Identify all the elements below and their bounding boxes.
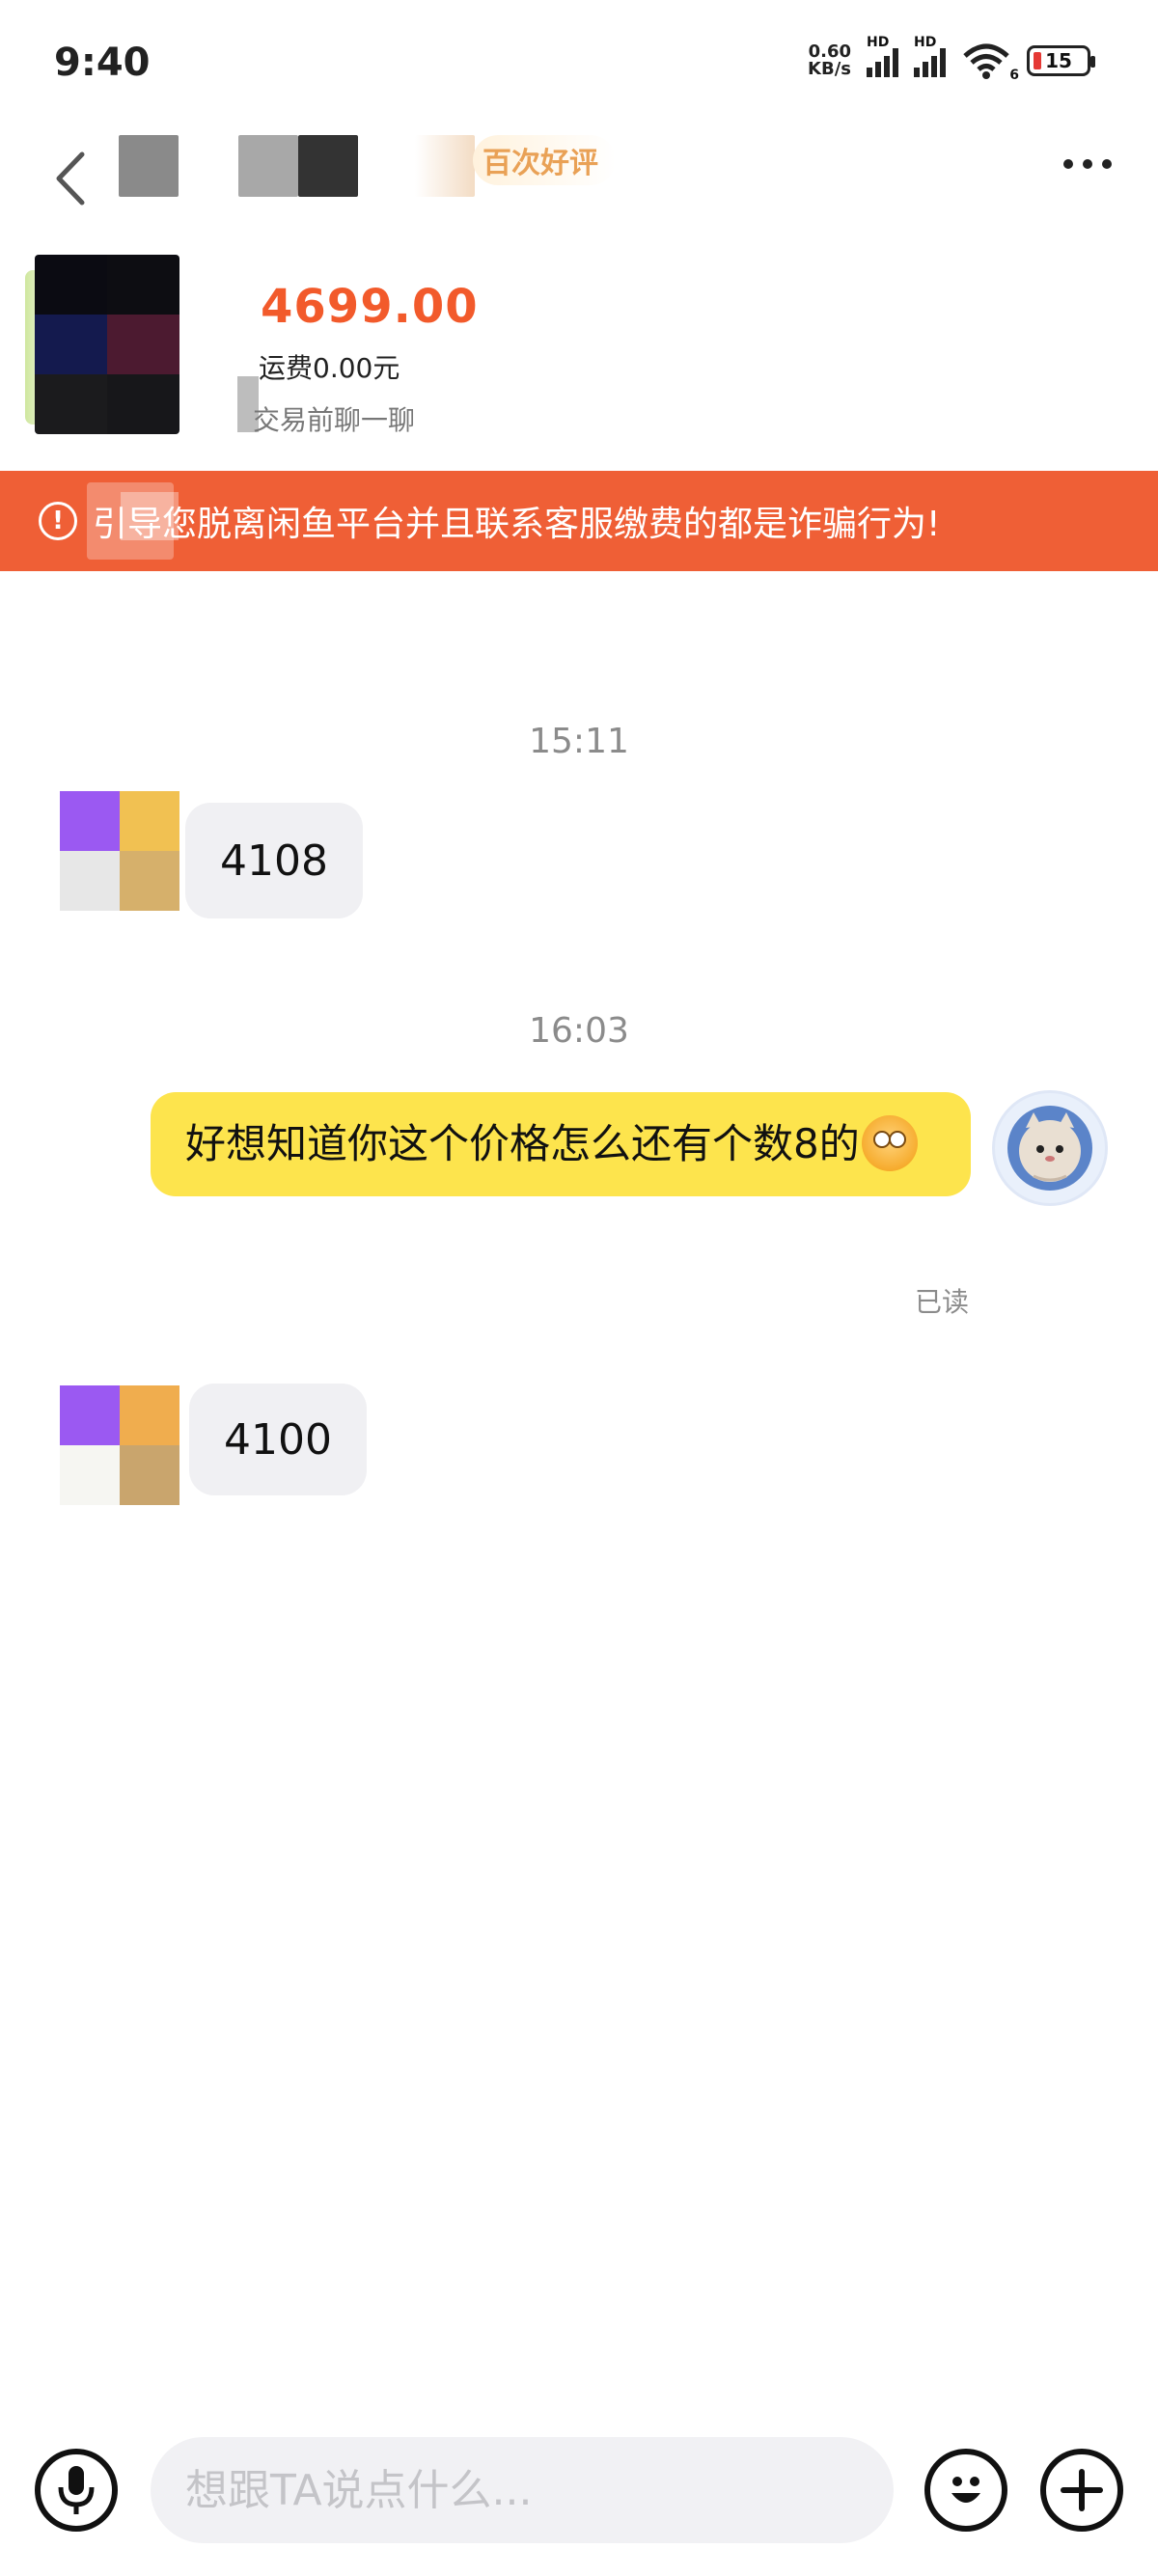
read-status: 已读	[914, 1286, 969, 1318]
message-timestamp: 15:11	[529, 722, 629, 761]
net-speed-unit: KB/s	[808, 59, 851, 79]
signal-hd-label-2: HD	[914, 35, 937, 50]
battery-icon: 15	[1027, 45, 1095, 76]
seller-avatar[interactable]	[60, 791, 179, 911]
wifi-badge: 6	[1009, 68, 1019, 83]
plus-icon	[1061, 2469, 1103, 2511]
dot-icon	[1083, 159, 1092, 169]
seller-rating-badge: 百次好评	[473, 135, 616, 185]
microphone-icon	[58, 2466, 95, 2514]
message-text: 4100	[224, 1414, 332, 1465]
smiley-icon	[951, 2477, 980, 2503]
cat-astronaut-icon	[1007, 1106, 1092, 1191]
message-input[interactable]	[151, 2437, 894, 2543]
pleading-face-emoji-icon	[861, 1114, 918, 1171]
contact-name-redacted	[298, 135, 358, 197]
alert-circle-icon: !	[39, 502, 77, 540]
redacted-block	[121, 492, 179, 540]
status-time: 9:40	[54, 41, 151, 85]
signal-icon-2: HD	[914, 35, 946, 77]
contact-name-redacted	[415, 135, 475, 197]
voice-input-button[interactable]	[35, 2449, 118, 2532]
product-price: 4699.00	[261, 280, 479, 334]
emoji-button[interactable]	[924, 2449, 1007, 2532]
dot-icon	[1102, 159, 1112, 169]
message-text: 4108	[220, 836, 328, 886]
product-thumbnail[interactable]	[35, 255, 179, 434]
sent-message-bubble[interactable]: 好想知道你这个价格怎么还有个数8的	[151, 1092, 971, 1196]
signal-icon: HD	[867, 35, 898, 77]
contact-name-redacted	[119, 135, 179, 197]
received-message-bubble[interactable]: 4108	[185, 803, 363, 918]
received-message-bubble[interactable]: 4100	[189, 1384, 367, 1495]
net-speed: 0.60 KB/s	[808, 43, 851, 78]
chat-hint: 交易前聊一聊	[253, 404, 416, 436]
seller-avatar[interactable]	[60, 1385, 179, 1505]
back-button[interactable]	[50, 145, 89, 212]
more-options-button[interactable]	[1063, 159, 1112, 169]
chevron-left-icon	[56, 151, 85, 206]
more-actions-button[interactable]	[1040, 2449, 1123, 2532]
battery-level: 15	[1045, 49, 1072, 72]
my-avatar[interactable]	[992, 1090, 1108, 1206]
signal-hd-label: HD	[867, 35, 890, 50]
dot-icon	[1063, 159, 1073, 169]
contact-name-redacted	[238, 135, 298, 197]
warning-text: 引导您脱离闲鱼平台并且联系客服缴费的都是诈骗行为!	[93, 505, 941, 544]
message-text: 好想知道你这个价格怎么还有个数8的	[185, 1120, 860, 1167]
shipping-fee: 运费0.00元	[259, 352, 400, 384]
wifi-icon: 6	[961, 42, 1019, 83]
status-icons: 0.60 KB/s HD HD 6 15	[808, 35, 1095, 83]
message-timestamp: 16:03	[529, 1011, 629, 1051]
